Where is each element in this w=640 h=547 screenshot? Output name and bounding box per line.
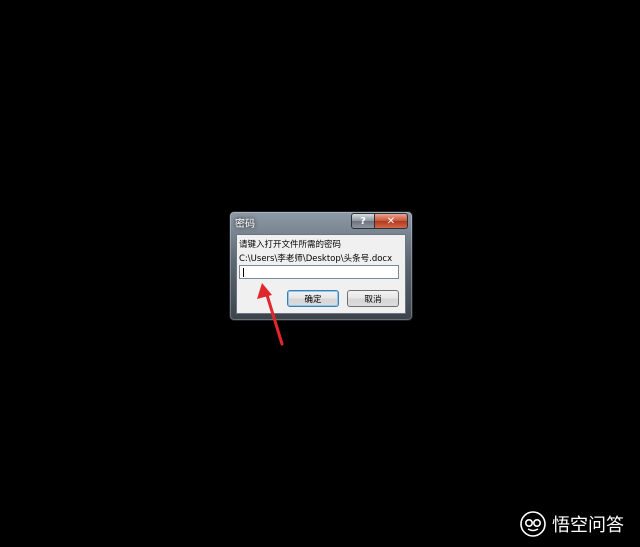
watermark: 悟空问答	[520, 511, 624, 537]
watermark-text: 悟空问答	[552, 515, 624, 536]
password-prompt: 请键入打开文件所需的密码	[239, 240, 342, 250]
cancel-button[interactable]: 取消	[347, 290, 399, 307]
close-icon: ✕	[386, 215, 396, 227]
help-icon: ?	[360, 215, 366, 227]
dialog-titlebar[interactable]: 密码 ? ✕	[230, 212, 412, 232]
red-arrow-annotation	[257, 283, 284, 346]
wukong-logo-icon	[520, 511, 546, 537]
file-path: C:\Users\李老师\Desktop\头条号.docx	[239, 254, 393, 264]
help-button[interactable]: ?	[351, 213, 375, 229]
ok-button[interactable]: 确定	[287, 290, 339, 307]
text-caret	[243, 268, 244, 277]
password-input[interactable]	[239, 265, 399, 279]
close-button[interactable]: ✕	[375, 213, 408, 229]
caption-buttons: ? ✕	[351, 213, 408, 229]
dialog-title: 密码	[235, 219, 255, 230]
